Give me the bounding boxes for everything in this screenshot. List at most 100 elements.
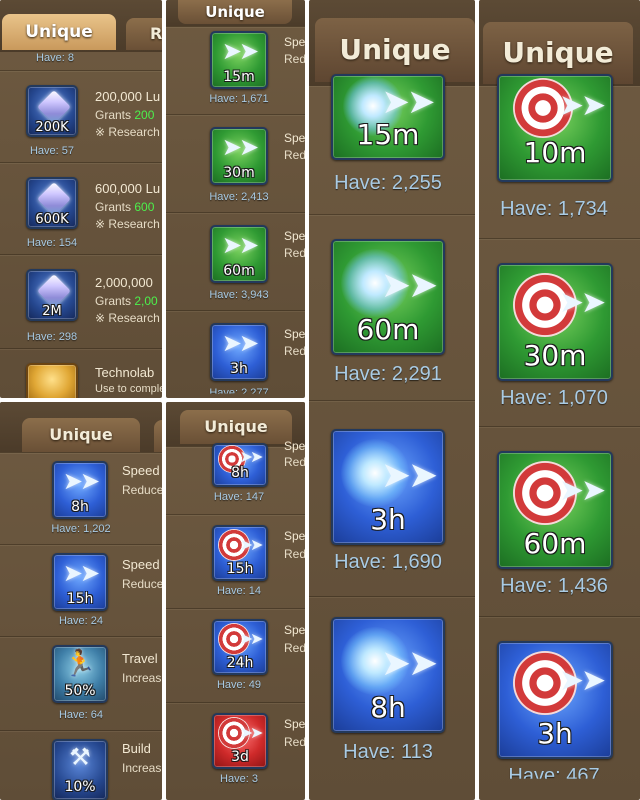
list-item[interactable]: 2M Have: 298 2,000,000 Grants 2,00 ※ Res… xyxy=(0,254,162,348)
have-count: Have: 1,202 xyxy=(51,523,111,535)
icon-label: 3h xyxy=(230,361,248,377)
icon-label: 50% xyxy=(64,683,96,699)
arrow-icon: ➤➤ xyxy=(239,723,264,742)
icon-label: 15h xyxy=(226,561,254,577)
item-title: 200,000 Lu xyxy=(95,89,161,104)
have-count: Have: 1,734 xyxy=(500,198,608,220)
item-desc: Increas xyxy=(122,671,162,685)
list-item[interactable]: ➤➤ 8h Have: 147 Spe Red xyxy=(166,439,305,514)
list-item[interactable]: ➤➤ 3h Have: 2,277 Spe Red xyxy=(166,310,305,398)
list-item[interactable]: ➤➤ 60m Have: 3,943 Spe Red xyxy=(166,212,305,310)
tab-unique[interactable]: Unique xyxy=(22,418,140,452)
list-item[interactable]: Technolab Use to comple xyxy=(0,348,162,398)
arrow-icon: ➤➤ xyxy=(221,329,259,357)
item-title: Spe xyxy=(284,623,305,637)
have-count: Have: 8 xyxy=(36,52,74,64)
list-item[interactable]: ➤➤ 3h Have: 467 xyxy=(479,616,640,800)
arrow-icon: ➤➤ xyxy=(239,535,264,554)
have-count: Have: 2,255 xyxy=(334,172,442,194)
icon-label: 8h xyxy=(71,499,89,515)
arrow-icon: ➤➤ xyxy=(380,265,438,306)
training-speedup-icon: ➤➤ 60m xyxy=(497,451,613,569)
list-item[interactable]: 600K Have: 154 600,000 Lu Grants 600 ※ R… xyxy=(0,162,162,254)
have-count: Have: 64 xyxy=(58,709,104,721)
tab-unique[interactable]: Unique xyxy=(315,18,475,82)
list-item[interactable]: ➤➤ 3d Have: 3 Spe Red xyxy=(166,702,305,800)
item-title: 600,000 Lu xyxy=(95,181,161,196)
training-speedup-icon: ➤➤ 8h xyxy=(212,443,268,487)
list-item[interactable]: ➤➤ 15h Have: 14 Spe Red xyxy=(166,514,305,608)
lumber-crystal-icon: 2M xyxy=(26,269,78,321)
arrow-icon: ➤➤ xyxy=(380,455,438,496)
icon-label: 10m xyxy=(523,136,587,169)
arrow-icon: ➤➤ xyxy=(558,663,606,698)
item-title: 2,000,000 xyxy=(95,275,153,290)
have-count: Have: 113 xyxy=(343,741,433,763)
panel-training-speedups: Unique ➤➤ 10m Have: 1,734 ➤➤ 30m Have: 1… xyxy=(479,0,640,800)
list-item[interactable]: ➤➤ 60m Have: 1,436 xyxy=(479,426,640,616)
tab-r[interactable]: R xyxy=(126,18,162,50)
training-speedup-icon: ➤➤ 3d xyxy=(212,713,268,769)
list-item[interactable]: ➤➤ 30m Have: 2,413 Spe Red xyxy=(166,114,305,212)
training-speedup-icon: ➤➤ 24h xyxy=(212,619,268,675)
item-title: Spe xyxy=(284,439,305,453)
list-item[interactable]: ⚒ 10% Build Increas xyxy=(0,730,162,800)
item-note: ※ Research xyxy=(95,217,160,231)
arrow-icon: ➤➤ xyxy=(62,467,100,495)
arrow-icon: ➤➤ xyxy=(221,133,259,161)
list-item[interactable]: ➤➤ 15m Have: 2,255 xyxy=(309,74,475,214)
technolab-icon xyxy=(26,363,78,398)
have-count: Have: 3 xyxy=(220,773,258,785)
have-count: Have: 298 xyxy=(26,331,78,343)
icon-label: 2M xyxy=(42,304,62,319)
icon-label: 10% xyxy=(64,779,96,795)
tab-unique[interactable]: Unique xyxy=(180,410,292,444)
item-title: Spe xyxy=(284,717,305,731)
speedup-icon: ➤➤ 15h xyxy=(52,553,108,611)
tab-next[interactable] xyxy=(154,420,162,452)
speedup-icon: ➤➤ 3h xyxy=(210,323,268,381)
list-item[interactable]: ➤➤ 15m Have: 1,671 Spe Red xyxy=(166,26,305,114)
have-count: Have: 2,277 xyxy=(209,387,269,398)
icon-label: 15h xyxy=(66,591,94,607)
list-item[interactable]: ➤➤ 15h Have: 24 Speed Reduce xyxy=(0,544,162,636)
item-desc: Red xyxy=(284,547,305,561)
icon-label: 3h xyxy=(537,717,573,750)
item-desc: Red xyxy=(284,455,305,469)
list-item[interactable]: ➤➤ 8h Have: 1,202 Speed Reduce xyxy=(0,452,162,544)
list-item[interactable]: ➤➤ 60m Have: 2,291 xyxy=(309,214,475,400)
item-desc: Red xyxy=(284,344,305,358)
hammer-icon: ⚒ xyxy=(69,743,91,771)
list-item[interactable]: ➤➤ 30m Have: 1,070 xyxy=(479,238,640,426)
speedup-icon: ➤➤ 8h xyxy=(52,461,108,519)
item-title: Build xyxy=(122,741,151,756)
list-item[interactable]: ➤➤ 24h Have: 49 Spe Red xyxy=(166,608,305,702)
icon-label: 8h xyxy=(370,691,406,724)
list-item[interactable]: 200K Have: 57 200,000 Lu Grants 200 ※ Re… xyxy=(0,70,162,162)
list-item[interactable]: ➤➤ 8h Have: 113 xyxy=(309,596,475,800)
list-item[interactable]: ➤➤ 10m Have: 1,734 xyxy=(479,74,640,238)
have-count: Have: 1,070 xyxy=(500,387,608,409)
runner-icon: 🏃 xyxy=(63,649,97,679)
icon-label: 15m xyxy=(356,118,420,151)
have-count: Have: 467 xyxy=(508,765,600,787)
have-count: Have: 2,291 xyxy=(334,363,442,385)
have-count: Have: 14 xyxy=(216,585,262,597)
panel-research-speedups: Unique ➤➤ 15m Have: 2,255 ➤➤ 60m Have: 2… xyxy=(309,0,475,800)
list-item[interactable]: ➤➤ 3h Have: 1,690 xyxy=(309,400,475,596)
arrow-icon: ➤➤ xyxy=(558,285,606,320)
research-speedup-icon: ➤➤ 3h xyxy=(331,429,445,545)
arrow-icon: ➤➤ xyxy=(380,643,438,684)
tab-unique[interactable]: Unique xyxy=(178,0,292,24)
icon-label: 15m xyxy=(223,69,255,85)
item-title: Technolab xyxy=(95,365,155,380)
training-speedup-icon: ➤➤ 3h xyxy=(497,641,613,759)
item-note: ※ Research xyxy=(95,125,160,139)
training-speedup-icon: ➤➤ 30m xyxy=(497,263,613,381)
have-count: Have: 57 xyxy=(29,145,75,157)
list-item[interactable]: 🏃 50% Have: 64 Travel Increas xyxy=(0,636,162,730)
tab-unique[interactable]: Unique xyxy=(2,14,116,50)
item-title: Spe xyxy=(284,131,305,145)
arrow-icon: ➤➤ xyxy=(558,88,606,123)
item-title: Spe xyxy=(284,327,305,341)
